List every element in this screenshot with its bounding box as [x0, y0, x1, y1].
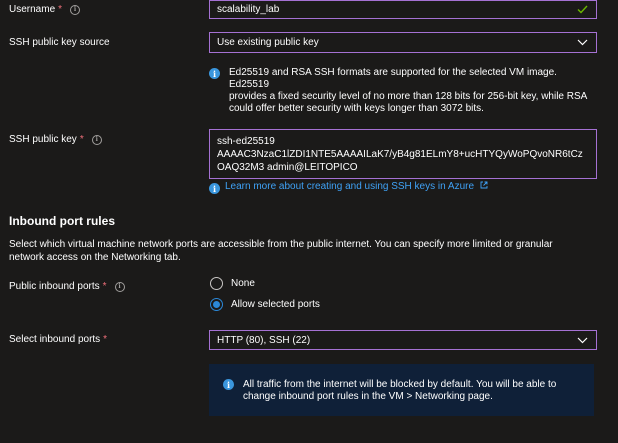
inbound-ports-dropdown[interactable]: HTTP (80), SSH (22)	[209, 330, 597, 350]
note-line: provides a fixed security level of no mo…	[229, 91, 588, 102]
radio-label: Allow selected ports	[231, 299, 320, 310]
username-label-text: Username	[9, 4, 56, 15]
chevron-down-icon	[575, 36, 589, 50]
public-inbound-ports-label: Public inbound ports * i	[9, 281, 125, 292]
description-line: Select which virtual machine network por…	[9, 239, 553, 250]
radio-allow-selected-ports[interactable]: Allow selected ports	[210, 298, 320, 311]
ssh-public-key-label-text: SSH public key	[9, 134, 77, 145]
inbound-rules-title: Inbound port rules	[9, 214, 115, 228]
ssh-key-source-label-text: SSH public key source	[9, 37, 110, 48]
ssh-key-value: ssh-ed25519 AAAAC3NzaC1lZDI1NTE5AAAAILaK…	[217, 135, 589, 174]
inbound-ports-value: HTTP (80), SSH (22)	[217, 334, 311, 346]
username-input[interactable]: scalability_lab	[209, 0, 597, 19]
info-icon: i	[209, 183, 220, 194]
info-icon: i	[223, 379, 234, 390]
info-icon[interactable]: i	[114, 281, 125, 292]
note-line: could offer better security with keys lo…	[229, 103, 484, 114]
ssh-public-key-label: SSH public key * i	[9, 134, 102, 145]
info-icon[interactable]: i	[70, 4, 81, 15]
ssh-key-source-value: Use existing public key	[217, 37, 319, 48]
external-link-icon	[480, 181, 488, 192]
radio-none[interactable]: None	[210, 277, 255, 290]
radio-button[interactable]	[210, 277, 223, 290]
username-label: Username * i	[9, 4, 81, 15]
description-line: network access on the Networking tab.	[9, 252, 181, 263]
inbound-traffic-info-box: i All traffic from the internet will be …	[209, 364, 594, 416]
select-inbound-ports-label-text: Select inbound ports	[9, 334, 101, 345]
public-inbound-ports-label-text: Public inbound ports	[9, 281, 100, 292]
radio-label: None	[231, 278, 255, 289]
note-line: Ed25519 and RSA SSH formats are supporte…	[229, 67, 557, 90]
ssh-public-key-textarea[interactable]: ssh-ed25519 AAAAC3NzaC1lZDI1NTE5AAAAILaK…	[209, 129, 597, 179]
required-mark: *	[79, 134, 84, 145]
checkmark-icon	[575, 3, 589, 17]
ssh-key-source-dropdown[interactable]: Use existing public key	[209, 32, 597, 53]
select-inbound-ports-label: Select inbound ports *	[9, 334, 107, 345]
username-value: scalability_lab	[217, 4, 280, 15]
info-line: change inbound port rules in the VM > Ne…	[243, 391, 493, 402]
chevron-down-icon	[575, 333, 589, 347]
ssh-key-source-label: SSH public key source	[9, 37, 110, 48]
required-mark: *	[103, 334, 108, 345]
learn-more-text: Learn more about creating and using SSH …	[225, 181, 475, 193]
radio-button-selected[interactable]	[210, 298, 223, 311]
info-icon[interactable]: i	[91, 134, 102, 145]
info-box-text: All traffic from the internet will be bl…	[243, 379, 573, 403]
vm-admin-settings-page: Username * i scalability_lab SSH public …	[0, 0, 618, 443]
ssh-format-note: Ed25519 and RSA SSH formats are supporte…	[229, 67, 599, 115]
inbound-rules-description: Select which virtual machine network por…	[9, 238, 604, 264]
ssh-key-line: ssh-ed25519	[217, 136, 275, 147]
learn-more-ssh-link[interactable]: Learn more about creating and using SSH …	[225, 181, 488, 192]
ssh-key-line: OAQ32M3 admin@LEITOPICO	[217, 162, 358, 173]
info-line: All traffic from the internet will be bl…	[243, 379, 557, 390]
required-mark: *	[102, 281, 107, 292]
info-icon: i	[209, 68, 220, 79]
ssh-key-line: AAAAC3NzaC1lZDI1NTE5AAAAILaK7/yB4g81ELmY…	[217, 149, 583, 160]
required-mark: *	[58, 4, 63, 15]
